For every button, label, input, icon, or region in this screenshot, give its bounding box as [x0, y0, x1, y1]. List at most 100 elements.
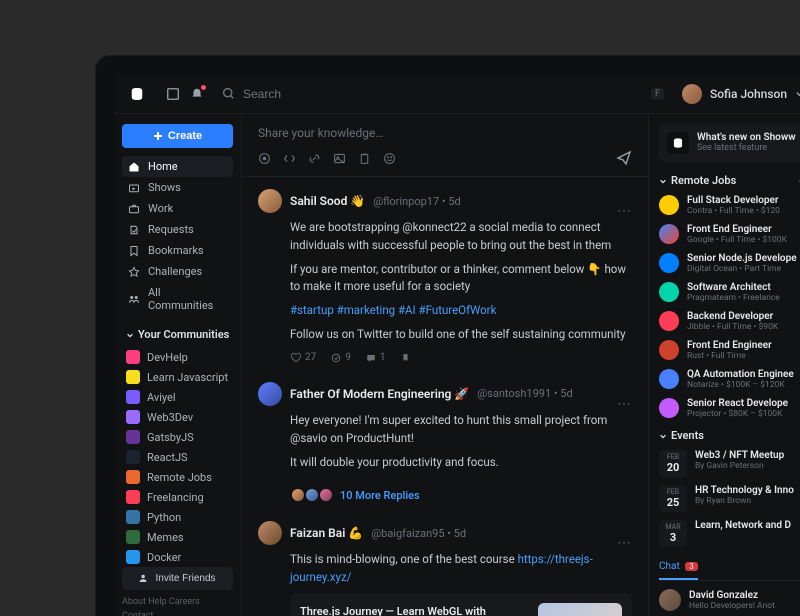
post-author[interactable]: Sahil Sood 👋 — [290, 194, 365, 208]
sidebar: Create HomeShowsWorkRequestsBookmarksCha… — [114, 114, 242, 616]
remote-jobs-heading[interactable]: Remote Jobs — [659, 174, 800, 187]
community-devhelp[interactable]: DevHelp — [122, 347, 233, 367]
job-item[interactable]: Front End EngineerRust • Full Time — [659, 340, 800, 361]
image-icon[interactable] — [333, 152, 346, 165]
event-item[interactable]: Mar3 Learn, Network and D — [659, 520, 800, 547]
community-icon — [126, 530, 140, 544]
company-logo — [659, 224, 679, 244]
emoji-icon[interactable] — [383, 152, 396, 165]
post-avatar[interactable] — [258, 382, 282, 406]
link-card[interactable]: Three.js Journey — Learn WebGL with Thre… — [290, 593, 632, 616]
community-gatsbyjs[interactable]: GatsbyJS — [122, 427, 233, 447]
post-body: We are bootstrapping @konnect22 a social… — [258, 219, 632, 344]
event-item[interactable]: Feb20 Web3 / NFT MeetupBy Gavin Peterson — [659, 450, 800, 477]
job-item[interactable]: Senior React DevelopeProjector • $80K – … — [659, 398, 800, 419]
post-body: Hey everyone! I'm super excited to hunt … — [258, 412, 632, 471]
user-name: Sofia Johnson — [710, 87, 787, 101]
job-item[interactable]: Software ArchitectPragmateam • Freelance — [659, 282, 800, 303]
nav-requests[interactable]: Requests — [122, 219, 233, 240]
clipboard-icon[interactable] — [358, 152, 371, 165]
company-logo — [659, 398, 679, 418]
comment-button[interactable]: 1 — [365, 352, 386, 364]
home-icon — [128, 161, 140, 173]
job-item[interactable]: Front End EngineerGoogle • Full Time • $… — [659, 224, 800, 245]
community-python[interactable]: Python — [122, 507, 233, 527]
community-aviyel[interactable]: Aviyel — [122, 387, 233, 407]
company-logo — [659, 282, 679, 302]
search-field[interactable]: F — [214, 83, 672, 105]
community-reactjs[interactable]: ReactJS — [122, 447, 233, 467]
chevron-down-icon — [659, 177, 667, 185]
events-heading[interactable]: Events — [659, 429, 800, 442]
nav-challenges[interactable]: Challenges — [122, 261, 233, 282]
community-freelancing[interactable]: Freelancing — [122, 487, 233, 507]
post: ⋯ Sahil Sood 👋 @florinpop17 • 5d We are … — [258, 189, 632, 364]
chevron-down-icon — [795, 89, 800, 98]
company-logo — [659, 340, 679, 360]
nav-bookmarks[interactable]: Bookmarks — [122, 240, 233, 261]
post-body: This is mind-blowing, one of the best co… — [258, 551, 632, 616]
tab-chat[interactable]: Chat 3 — [659, 561, 698, 580]
event-date: Feb20 — [659, 450, 687, 477]
search-icon — [222, 87, 235, 100]
job-item[interactable]: QA Automation EngineeNotarize • $100K – … — [659, 369, 800, 390]
post-avatar[interactable] — [258, 521, 282, 545]
event-item[interactable]: Feb25 HR Technology & InnoBy Ryan Brown — [659, 485, 800, 512]
like-button[interactable]: 27 — [290, 352, 316, 364]
grid-icon[interactable] — [166, 87, 180, 101]
nav-shows[interactable]: Shows — [122, 177, 233, 198]
composer[interactable]: Share your knowledge… — [242, 114, 648, 177]
chat-badge: 3 — [685, 562, 698, 571]
user-avatar — [682, 84, 702, 104]
community-icon — [126, 450, 140, 464]
nav-all-communities[interactable]: All Communities — [122, 282, 233, 316]
create-button[interactable]: Create — [122, 124, 233, 148]
post-more-button[interactable]: ⋯ — [617, 203, 632, 219]
post-author[interactable]: Faizan Bai 💪 — [290, 526, 363, 540]
job-item[interactable]: Full Stack DeveloperContra • Full Time •… — [659, 195, 800, 216]
link-icon[interactable] — [308, 152, 321, 165]
boost-button[interactable]: 9 — [330, 352, 351, 364]
whats-new-card[interactable]: What's new on Showw See latest feature — [659, 124, 800, 162]
job-item[interactable]: Senior Node.js DevelopeDigital Ocean • P… — [659, 253, 800, 274]
post-handle: @florinpop17 • 5d — [373, 195, 460, 208]
post-author[interactable]: Father Of Modern Engineering 🚀 — [290, 387, 469, 401]
company-logo — [659, 195, 679, 215]
community-icon — [126, 490, 140, 504]
post-more-button[interactable]: ⋯ — [617, 535, 632, 551]
company-logo — [659, 369, 679, 389]
invite-icon — [139, 573, 150, 584]
bookmark-button[interactable] — [400, 352, 411, 363]
feed: Share your knowledge… ⋯ Sahil Sood 👋 @fl… — [242, 114, 648, 616]
work-icon — [128, 203, 140, 215]
community-icon — [126, 470, 140, 484]
community-memes[interactable]: Memes — [122, 527, 233, 547]
chat-user[interactable]: David GonzalezHello Developers! Anot — [659, 589, 800, 611]
replies-preview[interactable]: 10 More Replies — [258, 487, 632, 503]
nav-home[interactable]: Home — [122, 156, 233, 177]
communities-heading[interactable]: Your Communities — [126, 328, 233, 341]
community-learn-javascript[interactable]: Learn Javascript — [122, 367, 233, 387]
whats-new-icon — [667, 132, 689, 154]
notifications-icon[interactable] — [190, 87, 204, 101]
community-docker[interactable]: Docker — [122, 547, 233, 567]
chevron-down-icon — [126, 331, 134, 339]
footer-links: About Help Careers Contact Terms Privacy… — [122, 596, 233, 616]
community-web3dev[interactable]: Web3Dev — [122, 407, 233, 427]
job-item[interactable]: Backend DeveloperJibble • Full Time • $9… — [659, 311, 800, 332]
send-icon[interactable] — [616, 150, 632, 166]
code-icon[interactable] — [283, 152, 296, 165]
nav-work[interactable]: Work — [122, 198, 233, 219]
user-menu[interactable]: Sofia Johnson — [682, 84, 800, 104]
post-actions: 27 9 1 — [258, 352, 632, 364]
at-icon[interactable] — [258, 152, 271, 165]
app-logo[interactable] — [128, 85, 146, 103]
post-more-button[interactable]: ⋯ — [617, 396, 632, 412]
search-input[interactable] — [243, 87, 643, 101]
event-date: Mar3 — [659, 520, 687, 547]
composer-placeholder: Share your knowledge… — [258, 126, 632, 140]
post-avatar[interactable] — [258, 189, 282, 213]
post: ⋯ Father Of Modern Engineering 🚀 @santos… — [258, 382, 632, 503]
invite-friends-button[interactable]: Invite Friends — [122, 567, 233, 590]
community-remote-jobs[interactable]: Remote Jobs — [122, 467, 233, 487]
